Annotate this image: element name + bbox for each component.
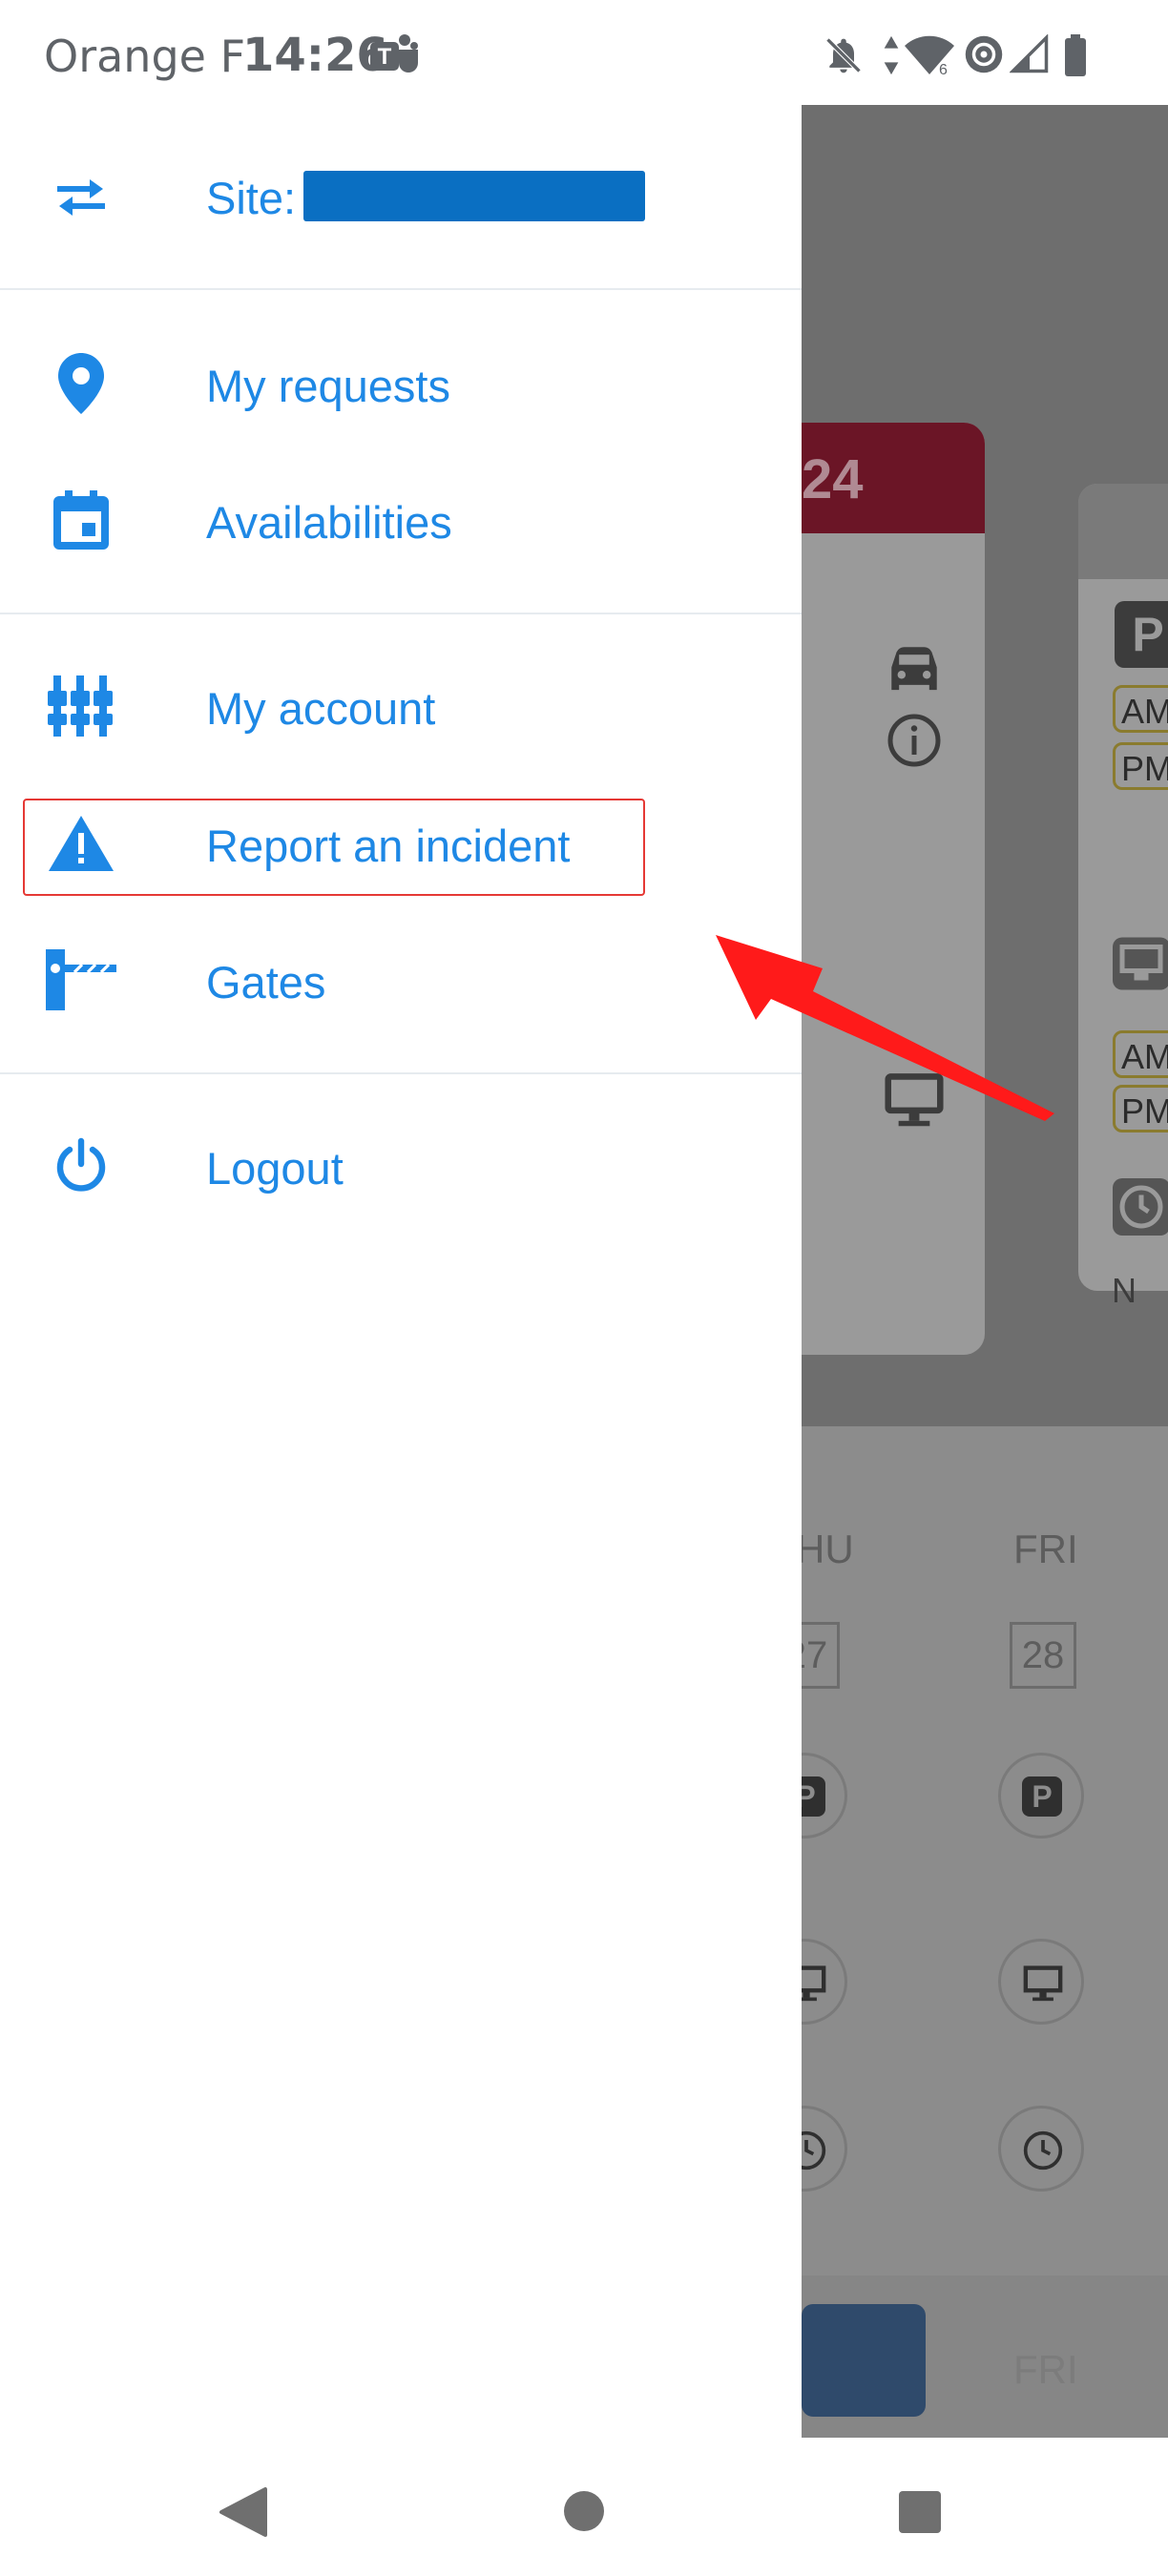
background-selected-tab <box>802 2304 926 2417</box>
time-day-button <box>998 2106 1084 2192</box>
parking-icon: P <box>1115 601 1168 668</box>
menu-item-logout[interactable]: Logout <box>0 1113 802 1218</box>
menu-item-my-account[interactable]: My account <box>0 654 802 758</box>
menu-label: My requests <box>206 361 450 411</box>
am-chip: AM <box>1113 1030 1168 1078</box>
settings-sliders-icon <box>38 663 124 749</box>
card-date: 24 <box>802 448 864 510</box>
parking-day-button: P <box>998 1753 1084 1839</box>
drawer-divider <box>0 288 802 290</box>
wifi-icon: 6 <box>905 34 954 81</box>
menu-item-my-requests[interactable]: My requests <box>0 331 802 436</box>
truncated-text: N <box>1112 1271 1137 1310</box>
pm-chip: PM <box>1113 742 1168 790</box>
day-label-thu: HU <box>802 1527 854 1571</box>
battery-icon <box>1063 34 1088 81</box>
site-selector[interactable]: Site: <box>0 145 802 250</box>
car-icon <box>891 647 937 691</box>
am-chip: AM <box>1113 685 1168 733</box>
menu-label: Gates <box>206 957 326 1008</box>
notifications-off-icon <box>823 34 865 81</box>
day-number-27: 27 <box>802 1622 840 1689</box>
site-value-redacted <box>303 171 645 221</box>
bottom-day-label: FRI <box>1013 2347 1078 2392</box>
desktop-icon <box>1113 937 1168 990</box>
menu-item-availabilities[interactable]: Availabilities <box>0 467 802 572</box>
power-icon <box>38 1123 124 1209</box>
gate-barrier-icon <box>38 937 124 1023</box>
background-day-card: 24 <box>802 423 985 1355</box>
svg-text:T: T <box>378 44 392 70</box>
back-button[interactable] <box>218 2485 269 2544</box>
background-app-scrim[interactable]: 24 P AM PM AM PM N HU FRI 27 28 P P FRI <box>802 105 1168 2438</box>
menu-label: Availabilities <box>206 497 452 548</box>
day-number-28: 28 <box>1010 1622 1076 1689</box>
system-navigation-bar <box>0 2438 1168 2576</box>
recents-button[interactable] <box>898 2490 942 2539</box>
menu-label: My account <box>206 683 436 734</box>
svg-text:6: 6 <box>939 62 948 76</box>
signal-icon <box>1009 33 1050 79</box>
carrier-name: Orange F <box>44 31 246 82</box>
day-label-fri: FRI <box>1013 1527 1078 1571</box>
drawer-divider <box>0 613 802 614</box>
drawer-divider <box>0 1072 802 1074</box>
swap-arrows-icon <box>38 155 124 240</box>
clock-time: 14:26 <box>242 29 388 82</box>
annotation-arrow <box>716 935 1054 1121</box>
status-bar: Orange F 14:26 T 6 <box>0 0 1168 105</box>
hotspot-icon <box>964 34 1004 79</box>
teams-icon: T <box>368 32 420 85</box>
data-arrows-icon <box>882 34 901 81</box>
highlight-box <box>23 799 645 896</box>
menu-label: Logout <box>206 1143 344 1194</box>
clock-icon <box>1113 1178 1168 1236</box>
info-icon <box>887 714 941 767</box>
home-button[interactable] <box>562 2489 606 2538</box>
calendar-icon <box>38 477 124 563</box>
location-pin-icon <box>38 341 124 426</box>
desk-day-button <box>998 1939 1084 2025</box>
navigation-drawer: Site: My requests Availabilities My acco… <box>0 105 802 2438</box>
menu-item-gates[interactable]: Gates <box>0 927 802 1032</box>
pm-chip: PM <box>1113 1085 1168 1132</box>
site-label: Site: <box>206 173 297 223</box>
